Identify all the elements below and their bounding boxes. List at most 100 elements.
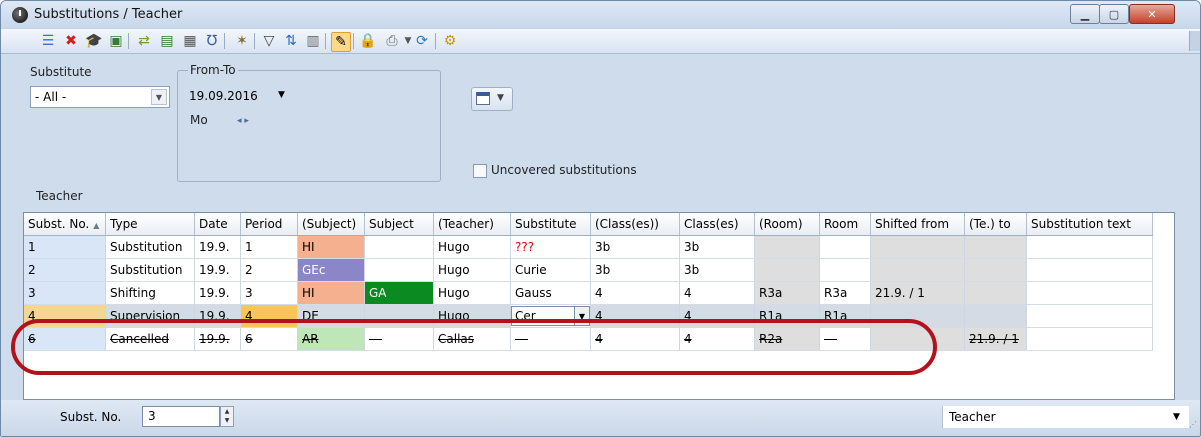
graduate-cap-icon[interactable]: 🎓: [85, 32, 103, 50]
type-cell[interactable]: Cancelled: [105, 327, 195, 351]
column-header[interactable]: Date: [194, 213, 241, 236]
stethoscope-icon[interactable]: ℧: [203, 32, 221, 50]
orig-subject-cell[interactable]: GEc: [297, 258, 365, 282]
shifted-from-cell[interactable]: [870, 327, 965, 351]
subst-no-cell[interactable]: 6: [24, 327, 106, 351]
room-cell[interactable]: R1a: [819, 304, 871, 328]
subject-cell[interactable]: [364, 235, 434, 259]
date-cell[interactable]: 19.9.: [194, 327, 241, 351]
room-cell[interactable]: R3a: [819, 281, 871, 305]
column-header[interactable]: Substitution text: [1026, 213, 1153, 236]
type-cell[interactable]: Substitution: [105, 258, 195, 282]
subject-cell[interactable]: [364, 304, 434, 328]
column-header[interactable]: Substitute: [510, 213, 591, 236]
save-icon[interactable]: ▤: [158, 32, 176, 50]
orig-class-cell[interactable]: 4: [590, 281, 680, 305]
teacher-to-cell[interactable]: [964, 258, 1027, 282]
shifted-from-cell[interactable]: [870, 304, 965, 328]
table-row[interactable]: 1 Substitution 19.9. 1 HI Hugo ??? 3b 3b: [24, 235, 1153, 259]
sort-icon[interactable]: ⇅: [282, 32, 300, 50]
class-cell[interactable]: 4: [679, 327, 755, 351]
orig-teacher-cell[interactable]: Hugo: [433, 235, 511, 259]
date-cell[interactable]: 19.9.: [194, 235, 241, 259]
subst-text-cell[interactable]: [1026, 281, 1153, 305]
subst-text-cell[interactable]: [1026, 304, 1153, 328]
subject-cell[interactable]: [364, 258, 434, 282]
substitute-cell[interactable]: ???: [510, 235, 591, 259]
orig-subject-cell[interactable]: HI: [297, 235, 365, 259]
column-header[interactable]: Type: [105, 213, 195, 236]
subst-no-cell[interactable]: 2: [24, 258, 106, 282]
list-icon[interactable]: ☰: [39, 32, 57, 50]
subst-no-cell[interactable]: 3: [24, 281, 106, 305]
subst-text-cell[interactable]: [1026, 258, 1153, 282]
orig-class-cell[interactable]: 4: [590, 304, 680, 328]
type-cell[interactable]: Supervision: [105, 304, 195, 328]
class-cell[interactable]: 4: [679, 304, 755, 328]
orig-class-cell[interactable]: 3b: [590, 235, 680, 259]
column-header[interactable]: Class(es): [679, 213, 755, 236]
calendar-button[interactable]: ▼: [471, 87, 513, 111]
view-select[interactable]: Teacher ▼: [942, 406, 1189, 428]
magic-wand-icon[interactable]: ✶: [233, 32, 251, 50]
refresh-icon[interactable]: ⟳: [413, 32, 431, 50]
subst-no-cell[interactable]: 1: [24, 235, 106, 259]
substitute-cell[interactable]: ---: [510, 327, 591, 351]
room-cell[interactable]: [819, 235, 871, 259]
subject-cell[interactable]: ---: [364, 327, 434, 351]
column-header[interactable]: Room: [819, 213, 871, 236]
period-cell[interactable]: 2: [240, 258, 298, 282]
orig-class-cell[interactable]: 4: [590, 327, 680, 351]
class-cell[interactable]: 3b: [679, 235, 755, 259]
orig-room-cell[interactable]: R1a: [754, 304, 820, 328]
date-picker[interactable]: 19.09.2016 ▼: [187, 86, 289, 106]
substitute-cell[interactable]: Curie: [510, 258, 591, 282]
room-cell[interactable]: [819, 258, 871, 282]
column-header[interactable]: (Subject): [297, 213, 365, 236]
uncovered-checkbox[interactable]: [473, 164, 487, 178]
transfer-icon[interactable]: ⇄: [135, 32, 153, 50]
orig-teacher-cell[interactable]: Hugo: [433, 258, 511, 282]
subst-text-cell[interactable]: [1026, 235, 1153, 259]
resize-grip-icon[interactable]: ⋰: [1189, 420, 1197, 429]
table-row[interactable]: 3 Shifting 19.9. 3 HI GA Hugo Gauss 4 4 …: [24, 281, 1153, 305]
date-cell[interactable]: 19.9.: [194, 258, 241, 282]
chevron-down-icon[interactable]: ▼: [574, 307, 589, 325]
orig-class-cell[interactable]: 3b: [590, 258, 680, 282]
day-stepper[interactable]: ◂ ▸: [237, 116, 249, 126]
column-header[interactable]: Subst. No. ▲: [24, 213, 106, 236]
date-cell[interactable]: 19.9.: [194, 304, 241, 328]
settings-icon[interactable]: ⚙: [441, 32, 459, 50]
class-cell[interactable]: 3b: [679, 258, 755, 282]
orig-room-cell[interactable]: R2a: [754, 327, 820, 351]
subject-cell[interactable]: GA: [364, 281, 434, 305]
class-cell[interactable]: 4: [679, 281, 755, 305]
subst-no-cell[interactable]: 4: [24, 304, 106, 328]
column-header[interactable]: Shifted from: [870, 213, 965, 236]
column-header[interactable]: (Room): [754, 213, 820, 236]
period-cell[interactable]: 6: [240, 327, 298, 351]
period-cell[interactable]: 4: [240, 304, 298, 328]
teacher-to-cell[interactable]: [964, 281, 1027, 305]
column-header[interactable]: Subject: [364, 213, 434, 236]
substitute-cell[interactable]: Gauss: [510, 281, 591, 305]
grid-icon[interactable]: ▥: [304, 32, 322, 50]
edit-icon[interactable]: ✎: [331, 32, 351, 52]
monitor-icon[interactable]: ▣: [107, 32, 125, 50]
orig-teacher-cell[interactable]: Hugo: [433, 304, 511, 328]
delete-icon[interactable]: ✖: [62, 32, 80, 50]
column-header[interactable]: (Teacher): [433, 213, 511, 236]
table-row[interactable]: 2 Substitution 19.9. 2 GEc Hugo Curie 3b…: [24, 258, 1153, 282]
subst-no-input[interactable]: 3: [142, 406, 220, 427]
calculator-icon[interactable]: ▦: [181, 32, 199, 50]
toolbar-overflow[interactable]: [1189, 31, 1200, 51]
type-cell[interactable]: Shifting: [105, 281, 195, 305]
lock-icon[interactable]: 🔒: [359, 32, 377, 50]
minimize-button[interactable]: ▁: [1070, 4, 1100, 24]
table-row-selected[interactable]: 4 Supervision 19.9. 4 DE Hugo Cer ▼ 4 4: [24, 304, 1153, 328]
orig-teacher-cell[interactable]: Callas: [433, 327, 511, 351]
date-cell[interactable]: 19.9.: [194, 281, 241, 305]
shifted-from-cell[interactable]: 21.9. / 1: [870, 281, 965, 305]
subst-no-stepper[interactable]: ▲ ▼: [220, 406, 234, 427]
table-row[interactable]: 6 Cancelled 19.9. 6 AR --- Callas --- 4 …: [24, 327, 1153, 351]
